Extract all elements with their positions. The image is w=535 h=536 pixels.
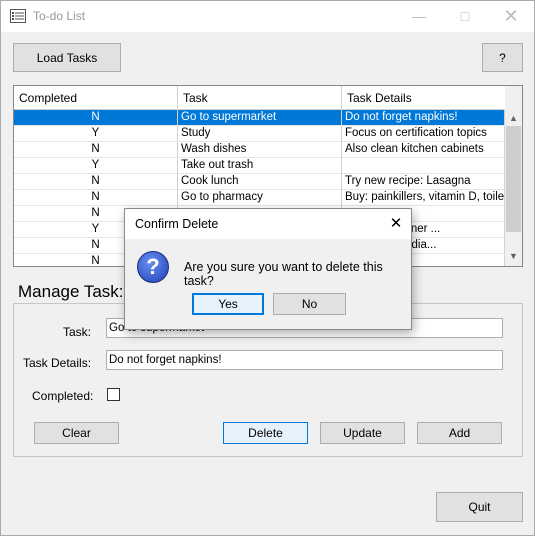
column-header-task[interactable]: Task bbox=[178, 86, 342, 110]
cell-completed: N bbox=[14, 142, 178, 157]
cell-details: Buy: painkillers, vitamin D, toile... bbox=[342, 190, 505, 205]
load-tasks-button[interactable]: Load Tasks bbox=[13, 43, 121, 72]
dialog-title-bar[interactable]: Confirm Delete ✕ bbox=[125, 209, 411, 239]
table-row[interactable]: N Wash dishes Also clean kitchen cabinets bbox=[14, 142, 505, 158]
cell-details bbox=[342, 158, 505, 173]
cell-completed: Y bbox=[14, 158, 178, 173]
manage-task-title: Manage Task: bbox=[18, 282, 124, 301]
minimize-icon[interactable]: — bbox=[396, 1, 442, 32]
table-row[interactable]: N Go to pharmacy Buy: painkillers, vitamin… bbox=[14, 190, 505, 206]
window-title: To-do List bbox=[33, 9, 86, 23]
table-row[interactable]: N Go to supermarket Do not forget napkins! bbox=[14, 110, 505, 126]
scroll-up-icon[interactable]: ▲ bbox=[505, 110, 522, 126]
update-button[interactable]: Update bbox=[320, 422, 405, 444]
close-icon[interactable]: ✕ bbox=[488, 1, 534, 32]
confirm-delete-dialog: Confirm Delete ✕ ? Are you sure you want… bbox=[124, 208, 412, 330]
table-row[interactable]: Y Take out trash bbox=[14, 158, 505, 174]
table-header: Completed Task Task Details bbox=[14, 86, 505, 110]
task-label: Task: bbox=[63, 325, 92, 339]
dialog-title: Confirm Delete bbox=[135, 217, 219, 231]
quit-button[interactable]: Quit bbox=[436, 492, 523, 522]
no-button[interactable]: No bbox=[273, 293, 346, 315]
completed-label: Completed: bbox=[32, 389, 94, 403]
scroll-down-icon[interactable]: ▼ bbox=[505, 248, 522, 264]
cell-completed: N bbox=[14, 174, 178, 189]
cell-details: Focus on certification topics bbox=[342, 126, 505, 141]
maximize-icon[interactable]: □ bbox=[442, 1, 488, 32]
table-scrollbar[interactable]: ▲ ▼ bbox=[505, 86, 522, 266]
table-row[interactable]: Y Study Focus on certification topics bbox=[14, 126, 505, 142]
clear-button[interactable]: Clear bbox=[34, 422, 119, 444]
list-app-icon bbox=[10, 9, 26, 23]
completed-checkbox[interactable] bbox=[107, 388, 120, 401]
table-row[interactable]: N Cook lunch Try new recipe: Lasagna bbox=[14, 174, 505, 190]
yes-button[interactable]: Yes bbox=[192, 293, 264, 315]
add-button[interactable]: Add bbox=[417, 422, 502, 444]
cell-details: Do not forget napkins! bbox=[342, 110, 505, 125]
scrollbar-thumb[interactable] bbox=[506, 126, 521, 232]
task-details-label: Task Details: bbox=[23, 356, 92, 370]
cell-task: Study bbox=[178, 126, 342, 141]
cell-task: Wash dishes bbox=[178, 142, 342, 157]
question-icon: ? bbox=[137, 251, 169, 283]
cell-task: Cook lunch bbox=[178, 174, 342, 189]
cell-task: Take out trash bbox=[178, 158, 342, 173]
cell-task: Go to supermarket bbox=[178, 110, 342, 125]
delete-button[interactable]: Delete bbox=[223, 422, 308, 444]
column-header-details[interactable]: Task Details bbox=[342, 86, 505, 110]
dialog-close-icon[interactable]: ✕ bbox=[381, 209, 411, 239]
help-button[interactable]: ? bbox=[482, 43, 523, 72]
cell-completed: N bbox=[14, 190, 178, 205]
cell-details: Also clean kitchen cabinets bbox=[342, 142, 505, 157]
column-header-completed[interactable]: Completed bbox=[14, 86, 178, 110]
cell-task: Go to pharmacy bbox=[178, 190, 342, 205]
title-bar[interactable]: To-do List — □ ✕ bbox=[1, 1, 534, 32]
cell-completed: Y bbox=[14, 126, 178, 141]
cell-details: Try new recipe: Lasagna bbox=[342, 174, 505, 189]
dialog-message: Are you sure you want to delete this tas… bbox=[184, 260, 383, 288]
task-details-input[interactable]: Do not forget napkins! bbox=[106, 350, 503, 370]
cell-completed: N bbox=[14, 110, 178, 125]
